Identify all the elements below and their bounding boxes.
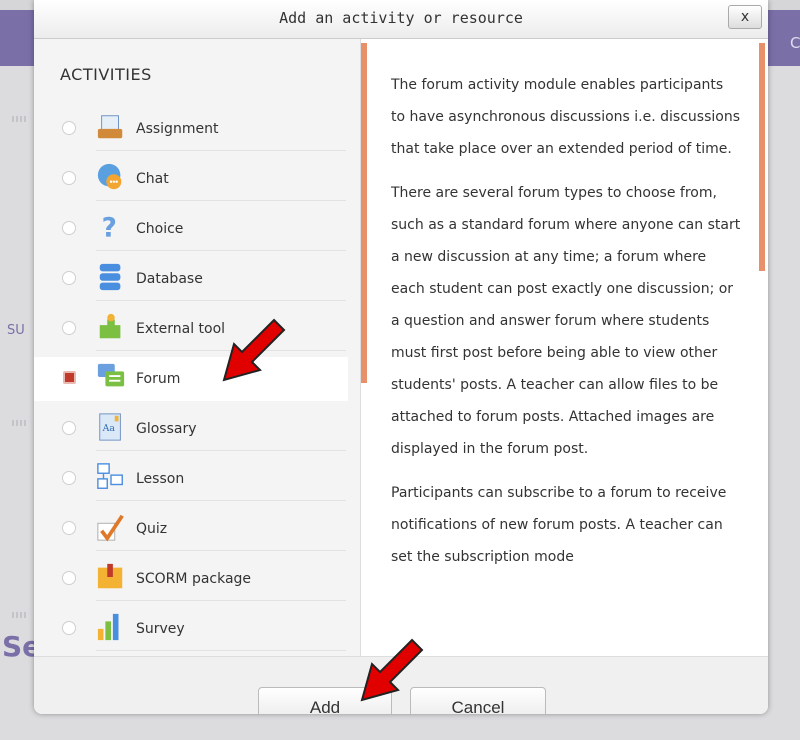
activity-radio[interactable] bbox=[62, 221, 76, 235]
option-divider bbox=[96, 500, 346, 501]
dialog-title: Add an activity or resource bbox=[279, 9, 523, 27]
activity-radio[interactable] bbox=[62, 571, 76, 585]
activity-label: Quiz bbox=[136, 521, 168, 537]
activity-label: SCORM package bbox=[136, 571, 252, 587]
activity-option-forum[interactable]: Forum bbox=[34, 357, 348, 401]
assignment-icon bbox=[97, 115, 123, 139]
database-icon bbox=[99, 263, 121, 291]
activity-options-panel: ACTIVITIES Assignment Chat? Choice Database… bbox=[34, 39, 360, 701]
activity-radio[interactable] bbox=[62, 171, 76, 185]
svg-text:?: ? bbox=[102, 213, 117, 243]
scrollbar-thumb[interactable] bbox=[759, 43, 765, 271]
activity-option-chat[interactable]: Chat bbox=[34, 157, 360, 201]
option-divider bbox=[96, 300, 346, 301]
cancel-button[interactable]: Cancel bbox=[410, 687, 546, 714]
activity-label: Choice bbox=[136, 221, 184, 237]
chat-icon bbox=[97, 163, 122, 190]
help-paragraph: Participants can subscribe to a forum to… bbox=[391, 485, 727, 565]
activity-option-lesson[interactable]: Lesson bbox=[34, 457, 360, 501]
option-divider bbox=[96, 150, 346, 151]
quiz-icon bbox=[97, 514, 124, 542]
background-text: SU bbox=[7, 323, 25, 338]
activity-label: Glossary bbox=[136, 421, 197, 437]
choice-icon: ? bbox=[102, 213, 117, 243]
close-button[interactable]: x bbox=[728, 5, 762, 29]
activity-label: Database bbox=[136, 271, 203, 287]
activity-option-external-tool[interactable]: External tool bbox=[34, 307, 360, 351]
help-paragraph: There are several forum types to choose … bbox=[391, 185, 741, 457]
selection-accent-bar bbox=[361, 43, 367, 383]
lesson-icon bbox=[97, 463, 123, 489]
scorm-icon bbox=[97, 563, 123, 589]
activity-option-scorm-package[interactable]: SCORM package bbox=[34, 557, 360, 601]
activity-radio[interactable] bbox=[63, 371, 76, 384]
drag-handle-icon bbox=[12, 420, 28, 426]
forum-icon bbox=[97, 363, 125, 387]
option-divider bbox=[96, 600, 346, 601]
glossary-icon: Aa bbox=[99, 413, 121, 441]
help-text: The forum activity module enables partic… bbox=[391, 69, 741, 585]
activity-option-survey[interactable]: Survey bbox=[34, 607, 360, 651]
svg-text:Aa: Aa bbox=[102, 423, 116, 434]
activity-radio[interactable] bbox=[62, 321, 76, 335]
activity-label: Forum bbox=[136, 371, 181, 387]
activity-radio[interactable] bbox=[62, 271, 76, 285]
drag-handle-icon bbox=[12, 116, 28, 122]
activity-option-glossary[interactable]: Aa Glossary bbox=[34, 407, 360, 451]
background-text-right: C bbox=[790, 34, 800, 52]
option-divider bbox=[96, 250, 346, 251]
activity-radio[interactable] bbox=[62, 621, 76, 635]
help-panel[interactable]: The forum activity module enables partic… bbox=[360, 39, 768, 679]
activity-label: Assignment bbox=[136, 121, 219, 137]
help-paragraph: The forum activity module enables partic… bbox=[391, 77, 740, 157]
activity-option-choice[interactable]: ? Choice bbox=[34, 207, 360, 251]
activity-radio[interactable] bbox=[62, 421, 76, 435]
option-divider bbox=[96, 650, 346, 651]
activity-option-quiz[interactable]: Quiz bbox=[34, 507, 360, 551]
survey-icon bbox=[97, 613, 119, 641]
annotation-arrow-icon bbox=[360, 638, 424, 702]
option-divider bbox=[96, 550, 346, 551]
activity-label: Chat bbox=[136, 171, 169, 187]
drag-handle-icon bbox=[12, 612, 28, 618]
external-tool-icon bbox=[99, 313, 121, 339]
activity-radio[interactable] bbox=[62, 521, 76, 535]
activity-label: Lesson bbox=[136, 471, 185, 487]
option-divider bbox=[96, 450, 346, 451]
activity-option-database[interactable]: Database bbox=[34, 257, 360, 301]
activity-option-assignment[interactable]: Assignment bbox=[34, 107, 360, 151]
activity-label: External tool bbox=[136, 321, 226, 337]
dialog-header: Add an activity or resource x bbox=[34, 0, 768, 39]
activity-radio[interactable] bbox=[62, 471, 76, 485]
option-divider bbox=[96, 200, 346, 201]
activity-label: Survey bbox=[136, 621, 185, 637]
annotation-arrow-icon bbox=[222, 318, 286, 382]
activity-radio[interactable] bbox=[62, 121, 76, 135]
add-activity-dialog: Add an activity or resource x ACTIVITIES… bbox=[34, 0, 768, 714]
activities-heading: ACTIVITIES bbox=[60, 65, 152, 84]
